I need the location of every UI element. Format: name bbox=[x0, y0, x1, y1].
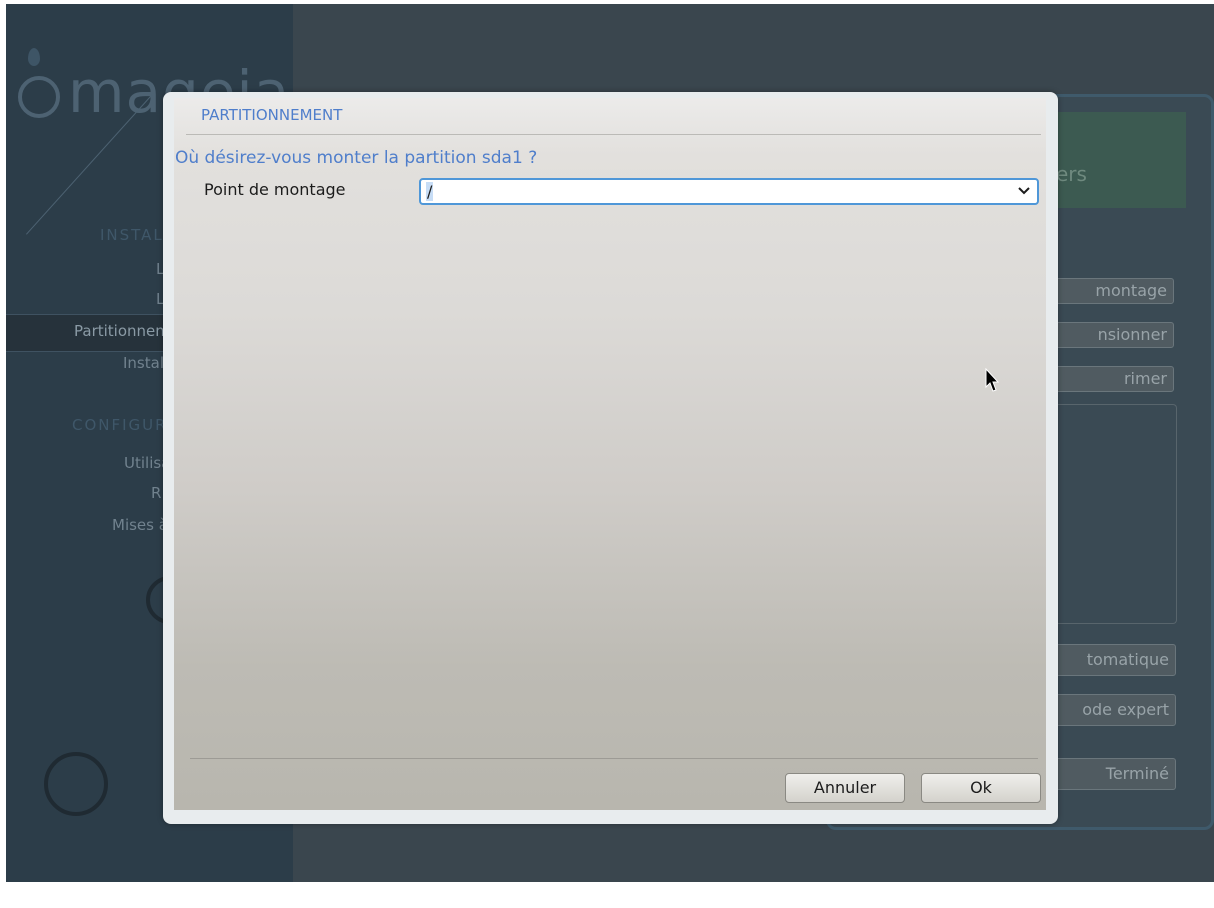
mount-point-value[interactable]: / bbox=[426, 182, 434, 201]
footer-separator bbox=[190, 758, 1038, 759]
mouse-cursor-icon bbox=[985, 367, 1000, 394]
bg-button-auto: tomatique bbox=[1046, 644, 1176, 676]
sidebar-item-r: R bbox=[151, 484, 162, 502]
dialog-question: Où désirez-vous monter la partition sda1… bbox=[175, 148, 538, 168]
bg-button-mount: montage bbox=[1046, 278, 1174, 304]
logo-drop-icon bbox=[28, 48, 40, 66]
main-header-text: ers bbox=[1056, 162, 1087, 186]
mount-point-label: Point de montage bbox=[204, 180, 346, 199]
dialog-body: PARTITIONNEMENT Où désirez-vous monter l… bbox=[174, 98, 1046, 810]
bg-button-expert: ode expert bbox=[1046, 694, 1176, 726]
ok-button[interactable]: Ok bbox=[921, 773, 1041, 803]
dialog-title: PARTITIONNEMENT bbox=[201, 106, 343, 124]
mount-point-combobox[interactable]: / bbox=[419, 178, 1039, 205]
bg-button-resize: nsionner bbox=[1046, 322, 1174, 348]
logo-ring-icon bbox=[18, 76, 60, 118]
chevron-down-icon[interactable] bbox=[1017, 181, 1031, 205]
sidebar-circle-large bbox=[44, 752, 108, 816]
bg-button-done: Terminé bbox=[1046, 758, 1176, 790]
partition-dialog: PARTITIONNEMENT Où désirez-vous monter l… bbox=[163, 92, 1058, 824]
title-separator bbox=[186, 134, 1041, 135]
bg-button-delete: rimer bbox=[1046, 366, 1174, 392]
cancel-button[interactable]: Annuler bbox=[785, 773, 905, 803]
